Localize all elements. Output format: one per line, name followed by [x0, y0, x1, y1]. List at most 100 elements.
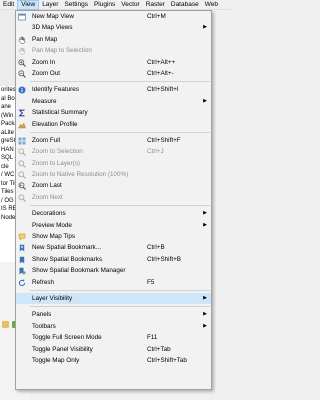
menu-item-label: Identify Features: [32, 86, 79, 94]
menu-item-refresh[interactable]: Refresh F5: [16, 277, 211, 288]
menu-item-shortcut: Ctrl+J: [147, 148, 164, 156]
menu-item-3d-map-views[interactable]: 3D Map Views ▶: [16, 22, 211, 33]
menu-item-shortcut: Ctrl+Alt++: [147, 58, 176, 66]
menu-item-label: New Map View: [32, 13, 74, 20]
zoom-next-icon: [18, 194, 26, 202]
layer-style-icon[interactable]: [2, 320, 9, 328]
menu-item-zoom-out[interactable]: Zoom Out Ctrl+Alt+-: [16, 68, 211, 79]
zoom-selection-icon: [18, 148, 26, 157]
zoom-full-icon: [18, 137, 26, 145]
menu-item-zoom-to-layer-s[interactable]: Zoom to Layer(s): [16, 158, 211, 169]
menu-web[interactable]: Web: [202, 0, 221, 10]
menu-item-label: Toolbars: [32, 322, 56, 330]
menu-item-layer-visibility[interactable]: Layer Visibility ▶: [16, 292, 211, 305]
menu-item-label: Refresh: [32, 278, 55, 286]
menu-view[interactable]: View: [17, 0, 40, 10]
menu-item-decorations[interactable]: Decorations ▶: [16, 208, 211, 219]
submenu-arrow-icon: ▶: [203, 210, 207, 217]
menu-item-label: Toggle Map Only: [32, 356, 80, 364]
menu-item-label: Zoom to Selection: [32, 148, 83, 156]
menu-item-identify-features[interactable]: Identify Features Ctrl+Shift+I: [16, 84, 211, 95]
menu-item-label: Zoom Next: [32, 193, 63, 201]
sigma-icon: [18, 109, 26, 117]
zoom-out-icon: [18, 70, 26, 78]
menu-item-shortcut: Ctrl+Shift+F: [147, 136, 181, 144]
menu-item-shortcut: Ctrl+M: [147, 13, 166, 20]
menu-item-label: Zoom Full: [32, 136, 60, 144]
menu-item-shortcut: Ctrl+Shift+Tab: [147, 356, 187, 364]
menu-item-toggle-full-screen-mode[interactable]: Toggle Full Screen Mode F11: [16, 332, 211, 343]
menu-item-label: Panels: [32, 311, 52, 319]
menu-item-label: New Spatial Bookmark...: [32, 244, 101, 252]
menu-item-label: Pan Map to Selection: [32, 47, 92, 55]
menu-item-preview-mode[interactable]: Preview Mode ▶: [16, 220, 211, 231]
menu-item-label: Zoom to Native Resolution (100%): [32, 171, 129, 179]
menu-item-label: Toggle Panel Visibility: [32, 345, 93, 353]
menu-item-label: 3D Map Views: [32, 24, 73, 32]
menu-item-label: Toggle Full Screen Mode: [32, 334, 102, 342]
menu-item-label: Show Spatial Bookmarks: [32, 255, 102, 263]
menu-item-label: Layer Visibility: [32, 294, 73, 302]
menu-item-zoom-in[interactable]: Zoom In Ctrl+Alt++: [16, 57, 211, 68]
zoom-native-icon: [18, 171, 26, 179]
view-menu: New Map View Ctrl+M 3D Map Views ▶ Pan Map Pa…: [15, 10, 212, 390]
menu-item-statistical-summary[interactable]: Statistical Summary: [16, 107, 211, 118]
menu-item-label: Zoom In: [32, 58, 56, 66]
submenu-arrow-icon: ▶: [203, 221, 207, 228]
menu-plugins[interactable]: Plugins: [91, 0, 118, 10]
menu-item-shortcut: Ctrl+Tab: [147, 345, 171, 353]
menu-item-zoom-to-selection[interactable]: Zoom to Selection Ctrl+J: [16, 146, 211, 157]
menu-item-zoom-last[interactable]: Zoom Last: [16, 180, 211, 191]
menu-item-elevation-profile[interactable]: Elevation Profile: [16, 119, 211, 130]
menu-item-label: Preview Mode: [32, 221, 72, 229]
menu-item-panels[interactable]: Panels ▶: [16, 309, 211, 320]
zoom-last-icon: [18, 182, 26, 191]
menu-item-label: Statistical Summary: [32, 109, 88, 117]
menu-item-pan-map[interactable]: Pan Map: [16, 34, 211, 45]
menu-item-show-spatial-bookmarks[interactable]: Show Spatial Bookmarks Ctrl+Shift+B: [16, 254, 211, 265]
menu-item-shortcut: Ctrl+Shift+I: [147, 86, 179, 94]
menu-settings[interactable]: Settings: [61, 0, 91, 10]
menu-item-label: Zoom to Layer(s): [32, 159, 80, 167]
menu-item-label: Decorations: [32, 210, 66, 218]
menu-item-toggle-map-only[interactable]: Toggle Map Only Ctrl+Shift+Tab: [16, 355, 211, 366]
menu-item-zoom-full[interactable]: Zoom Full Ctrl+Shift+F: [16, 135, 211, 146]
menu-item-label: Elevation Profile: [32, 120, 78, 128]
menu-item-pan-map-to-selection[interactable]: Pan Map to Selection: [16, 45, 211, 56]
submenu-arrow-icon: ▶: [203, 24, 207, 31]
menu-item-toolbars[interactable]: Toolbars ▶: [16, 321, 211, 332]
identify-icon: [18, 86, 26, 94]
menu-item-zoom-to-native-resolution-100[interactable]: Zoom to Native Resolution (100%): [16, 169, 211, 180]
submenu-arrow-icon: ▶: [203, 311, 207, 318]
menu-item-shortcut: F11: [147, 334, 158, 342]
menu-item-label: Zoom Out: [32, 69, 60, 77]
bookmark-manager-icon: [18, 267, 26, 275]
submenu-arrow-icon: ▶: [203, 322, 207, 329]
menu-vector[interactable]: Vector: [118, 0, 142, 10]
menu-item-shortcut: Ctrl+Shift+B: [147, 255, 181, 263]
menu-database[interactable]: Database: [168, 0, 202, 10]
menu-item-label: Pan Map: [32, 35, 58, 43]
refresh-icon: [18, 278, 26, 287]
zoom-layer-icon: [18, 160, 26, 168]
menu-item-show-map-tips[interactable]: Show Map Tips: [16, 231, 211, 242]
zoom-in-icon: [18, 58, 26, 67]
menu-item-shortcut: Ctrl+B: [147, 244, 165, 252]
menu-item-measure[interactable]: Measure ▶: [16, 96, 211, 107]
menu-item-shortcut: Ctrl+Alt+-: [147, 69, 174, 77]
map-tips-icon: [18, 233, 26, 241]
menu-item-label: Measure: [32, 97, 57, 105]
menu-item-label: Show Spatial Bookmark Manager: [32, 267, 126, 275]
menu-layer[interactable]: Layer: [39, 0, 61, 10]
menubar: Edit View Layer Settings Plugins Vector Raster…: [0, 0, 231, 10]
menu-item-shortcut: F5: [147, 278, 155, 286]
menu-item-new-map-view[interactable]: New Map View Ctrl+M: [16, 11, 211, 22]
menu-edit[interactable]: Edit: [0, 0, 17, 10]
menu-item-zoom-next[interactable]: Zoom Next: [16, 192, 211, 203]
menu-raster[interactable]: Raster: [143, 0, 168, 10]
pan-icon: [18, 36, 26, 44]
menu-item-new-spatial-bookmark[interactable]: New Spatial Bookmark... Ctrl+B: [16, 242, 211, 253]
menu-item-toggle-panel-visibility[interactable]: Toggle Panel Visibility Ctrl+Tab: [16, 344, 211, 355]
new-bookmark-icon: [18, 244, 26, 252]
menu-item-show-spatial-bookmark-manager[interactable]: Show Spatial Bookmark Manager: [16, 265, 211, 276]
